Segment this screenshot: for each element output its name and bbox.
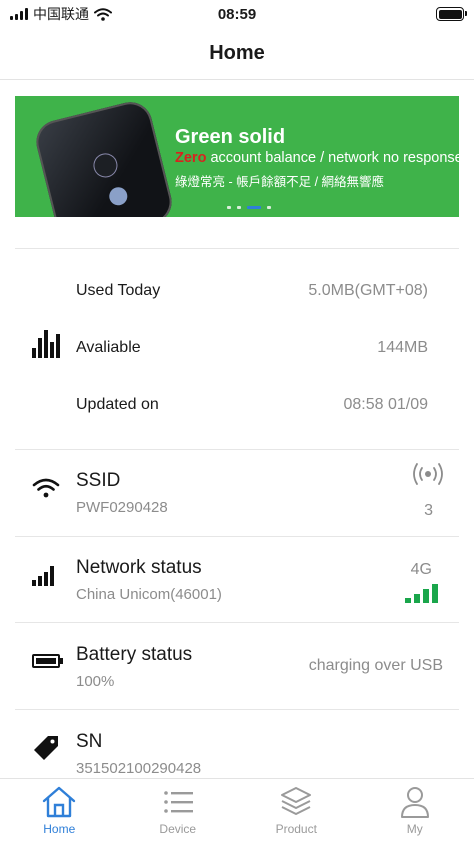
divider xyxy=(15,449,459,450)
banner-description-rest: account balance / network no response xyxy=(206,150,459,166)
sn-value: 351502100290428 xyxy=(76,760,202,777)
pagination-dot[interactable] xyxy=(237,206,241,209)
available-value: 144MB xyxy=(377,339,428,356)
banner-description: Zero account balance / network no respon… xyxy=(175,150,459,166)
tab-product[interactable]: Product xyxy=(237,779,356,842)
tab-home[interactable]: Home xyxy=(0,779,119,842)
battery-icon xyxy=(436,7,467,21)
used-today-value: 5.0MB(GMT+08) xyxy=(308,282,428,299)
network-signal-strength-icon xyxy=(405,583,438,603)
ssid-value: PWF0290428 xyxy=(76,499,168,516)
available-label: Avaliable xyxy=(76,339,141,356)
banner-title: Green solid xyxy=(175,126,286,148)
battery-full-icon xyxy=(32,654,63,668)
battery-charging-state: charging over USB xyxy=(308,657,443,674)
promo-banner[interactable]: Green solid Zero account balance / netwo… xyxy=(15,96,459,217)
tab-label: My xyxy=(406,822,423,836)
banner-pagination[interactable] xyxy=(227,206,271,209)
updated-value: 08:58 01/09 xyxy=(343,396,428,413)
tab-device[interactable]: Device xyxy=(119,779,238,842)
pagination-dot[interactable] xyxy=(227,206,231,209)
wifi-icon xyxy=(32,478,60,498)
tab-label: Product xyxy=(275,822,317,836)
network-operator: China Unicom(46001) xyxy=(76,586,222,603)
hotspot-clients-icon xyxy=(413,463,443,485)
network-title: Network status xyxy=(76,557,202,578)
page-title: Home xyxy=(209,42,265,64)
pagination-dot-active[interactable] xyxy=(247,206,261,209)
status-right xyxy=(436,7,467,21)
layers-icon xyxy=(281,787,312,815)
battery-level: 100% xyxy=(76,673,115,690)
sn-title: SN xyxy=(76,731,103,752)
wifi-icon xyxy=(94,7,112,21)
pagination-dot[interactable] xyxy=(267,206,271,209)
tab-label: Home xyxy=(43,822,76,836)
user-icon xyxy=(400,787,429,818)
battery-title: Battery status xyxy=(76,644,193,665)
tag-icon xyxy=(34,736,58,760)
nav-bar: Home xyxy=(0,28,474,80)
used-today-label: Used Today xyxy=(76,282,161,299)
tab-bar: Home Device Product My xyxy=(0,778,474,842)
status-left: 中国联通 xyxy=(10,4,112,24)
status-bar: 中国联通 08:59 xyxy=(0,0,474,28)
tab-my[interactable]: My xyxy=(356,779,474,842)
divider xyxy=(15,622,459,623)
list-icon xyxy=(163,791,193,813)
data-usage-icon xyxy=(32,330,60,358)
mifi-device-image xyxy=(31,97,177,217)
banner-zero-word: Zero xyxy=(175,150,207,166)
home-icon xyxy=(43,786,76,818)
carrier-name: 中国联通 xyxy=(33,6,89,22)
ssid-client-count: 3 xyxy=(424,502,433,519)
divider xyxy=(15,248,459,249)
updated-label: Updated on xyxy=(76,396,159,413)
divider xyxy=(15,536,459,537)
cell-signal-icon xyxy=(10,8,28,20)
network-type: 4G xyxy=(410,561,432,578)
network-signal-icon xyxy=(32,566,54,586)
banner-description-chinese: 綠燈常亮 - 帳戶餘額不足 / 網絡無響應 xyxy=(175,175,385,189)
ssid-title: SSID xyxy=(76,470,121,491)
divider xyxy=(15,709,459,710)
tab-label: Device xyxy=(159,822,197,836)
